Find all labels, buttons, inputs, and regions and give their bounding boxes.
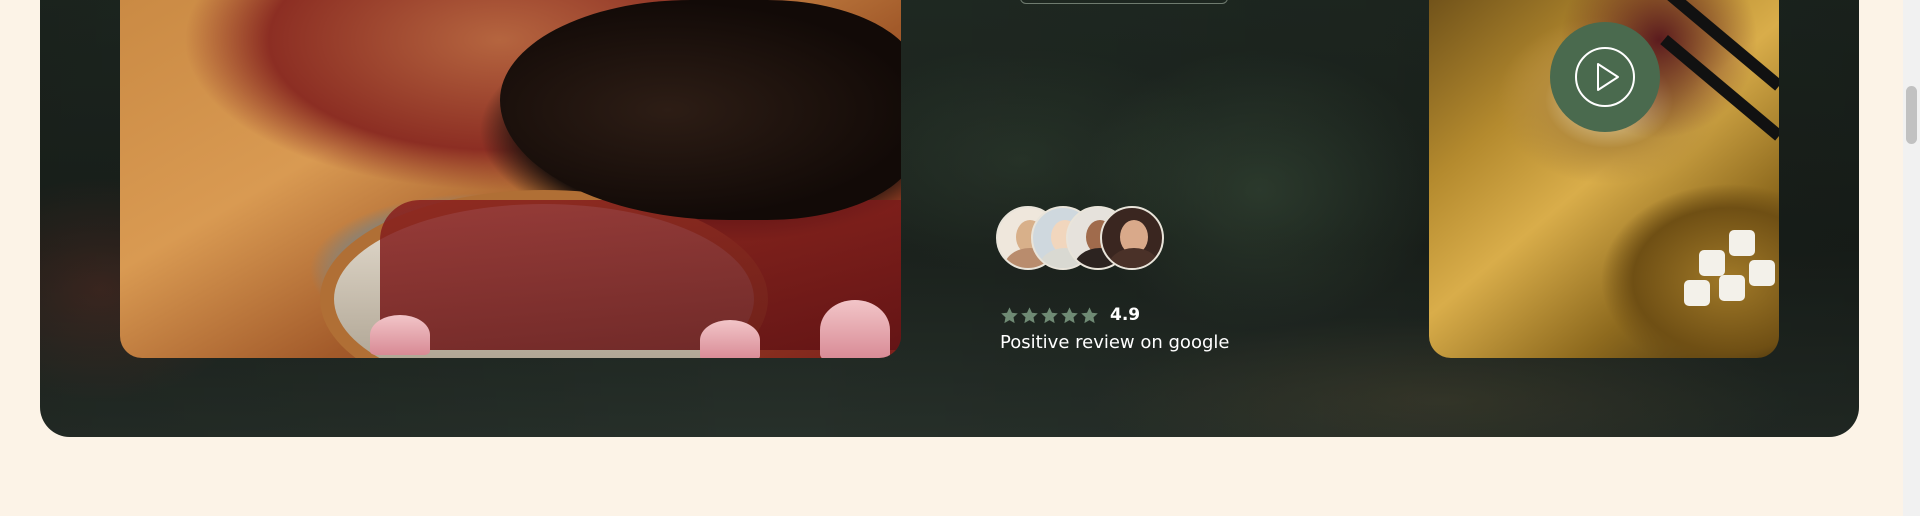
rating-value: 4.9 — [1110, 305, 1141, 325]
review-caption: Positive review on google — [1000, 332, 1230, 353]
star-icon — [1021, 306, 1038, 323]
play-video-button[interactable] — [1550, 22, 1660, 132]
scrollbar-thumb[interactable] — [1906, 86, 1917, 144]
page-scrollbar[interactable] — [1903, 0, 1920, 516]
star-icon — [1041, 306, 1058, 323]
play-icon — [1575, 47, 1635, 107]
hero-button-bottom-edge[interactable] — [1020, 0, 1228, 4]
reviewer-avatar-4 — [1100, 206, 1164, 270]
star-icon — [1001, 306, 1018, 323]
star-icon — [1081, 306, 1098, 323]
rating-row: 4.9 — [1000, 303, 1140, 327]
spa-treatment-image — [120, 0, 901, 358]
star-icon — [1061, 306, 1078, 323]
